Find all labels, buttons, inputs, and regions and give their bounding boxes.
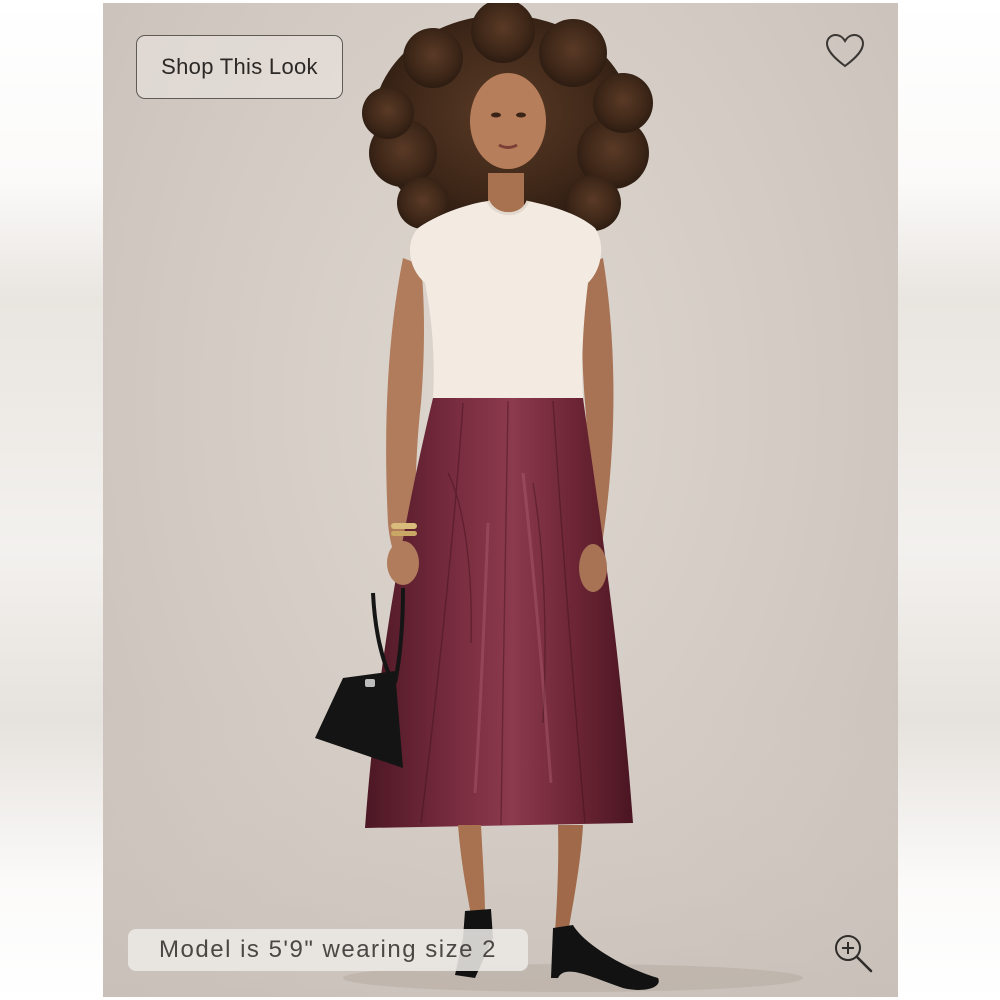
shop-this-look-button[interactable]: Shop This Look [136, 35, 343, 99]
product-image [103, 3, 898, 997]
favorite-button[interactable] [822, 30, 868, 72]
model-size-caption: Model is 5'9" wearing size 2 [128, 929, 528, 971]
heart-outline-icon [825, 33, 865, 68]
zoom-in-icon [835, 935, 873, 973]
zoom-button[interactable] [828, 928, 878, 978]
model-illustration [103, 3, 898, 997]
